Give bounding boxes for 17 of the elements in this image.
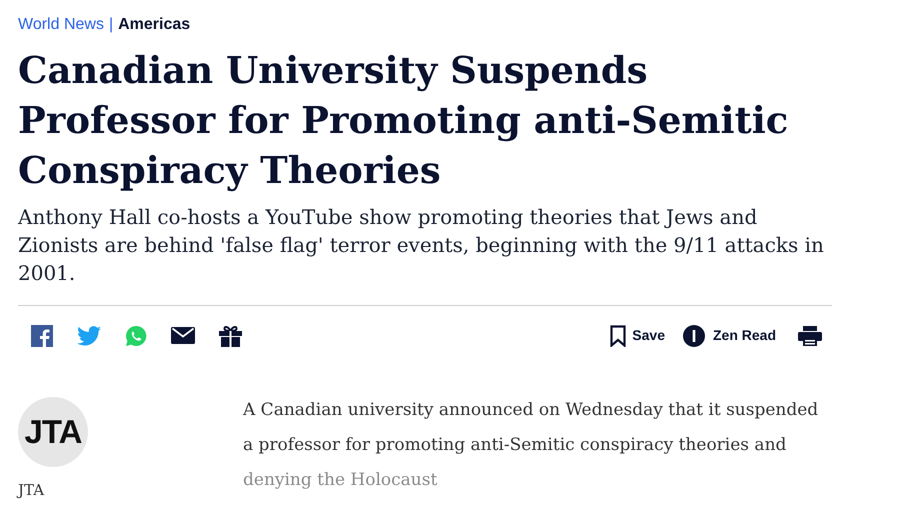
section-link[interactable]: World News bbox=[18, 14, 104, 36]
save-button[interactable]: Save bbox=[610, 324, 665, 346]
faded-text: denying the Holocaust bbox=[243, 469, 438, 492]
article-headline: Canadian University Suspends Professor for Promoting anti-Semitic Conspiracy Theories bbox=[18, 47, 790, 194]
subsection-link[interactable]: Americas bbox=[118, 14, 190, 36]
gift-icon[interactable] bbox=[219, 324, 242, 346]
breadcrumb-separator: | bbox=[108, 15, 114, 35]
article-subheadline: Anthony Hall co-hosts a YouTube show promoting theories that Jews and Zionists are behind 'false flag' terror events, beginning with the 9/11 attacks in 2001. bbox=[18, 204, 825, 287]
article-body: A Canadian university announced on Wednesday that it suspended a professor for promoting anti-Semitic conspiracy theories and bbox=[243, 399, 820, 457]
author-logo: JTA bbox=[18, 397, 88, 467]
twitter-icon[interactable] bbox=[77, 326, 101, 346]
bookmark-icon bbox=[610, 324, 626, 346]
author-name[interactable]: JTA bbox=[18, 479, 243, 502]
print-icon[interactable] bbox=[798, 326, 822, 346]
email-icon[interactable] bbox=[171, 327, 195, 344]
zen-read-button[interactable]: Zen Read bbox=[682, 324, 776, 346]
facebook-icon[interactable] bbox=[31, 324, 53, 346]
